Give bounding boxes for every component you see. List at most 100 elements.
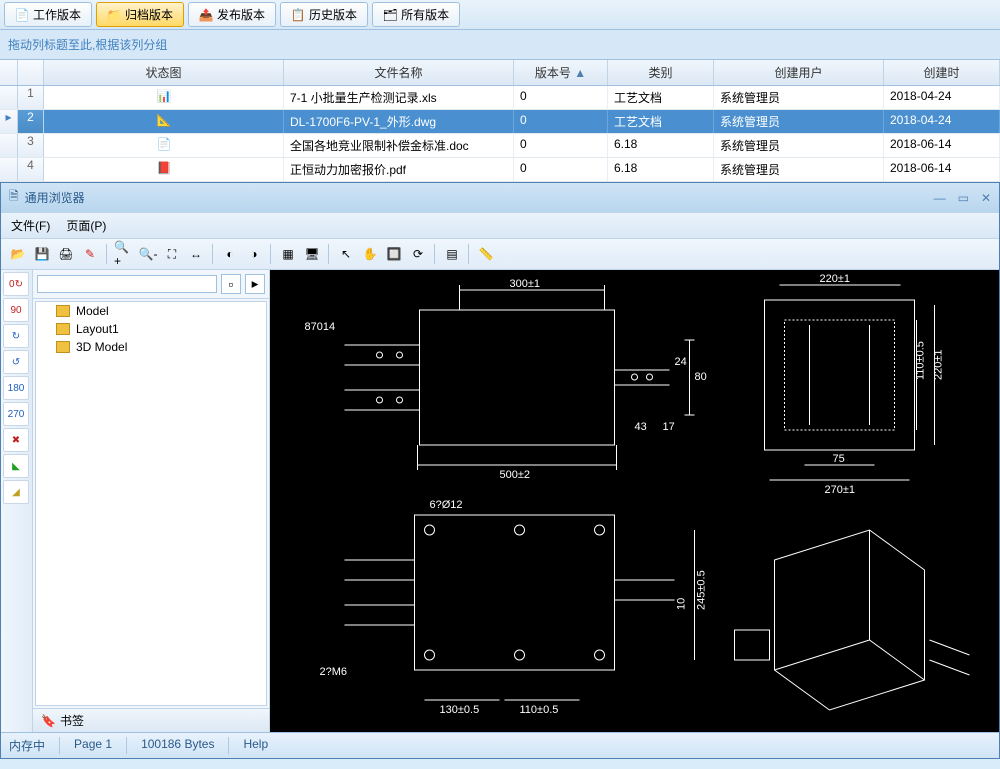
search-clear-button[interactable]: ▫: [221, 274, 241, 294]
col-status[interactable]: 状态图: [44, 60, 284, 85]
rotate-270-icon[interactable]: 270: [3, 402, 29, 426]
file-grid: 状态图 文件名称 版本号 ▲ 类别 创建用户 创建时 1 📊 7-1 小批量生产检测…: [0, 60, 1000, 182]
all-icon: 🗂: [383, 8, 397, 22]
row-number: 2: [18, 110, 44, 133]
rotate-ccw-icon[interactable]: ↺: [3, 350, 29, 374]
layers-icon[interactable]: ▦: [277, 243, 299, 265]
close-button[interactable]: ✕: [981, 191, 991, 205]
viewer-toolbar: 📂 💾 🖨 ✎ 🔍+ 🔍- ⛶ ↔ ◐ ◑ ▦ 🖥 ↖ ✋ 🔲 ⟳ ▤ 📏: [1, 239, 999, 270]
zoom-fit-icon[interactable]: ⛶: [161, 243, 183, 265]
menu-page[interactable]: 页面(P): [66, 217, 106, 234]
status-cell: 📕: [44, 158, 284, 181]
tree-item-layout1[interactable]: Layout1: [36, 320, 266, 338]
tab-label: 工作版本: [33, 6, 81, 23]
user-cell: 系统管理员: [714, 158, 884, 181]
rotate-cw-icon[interactable]: ↻: [3, 324, 29, 348]
tab-label: 所有版本: [401, 6, 449, 23]
menu-file[interactable]: 文件(F): [11, 217, 50, 234]
file-type-icon: 📊: [157, 89, 171, 103]
svg-text:220±1: 220±1: [933, 349, 945, 380]
monitor-icon[interactable]: 🖥: [301, 243, 323, 265]
cad-viewport[interactable]: 300±1 87014 80 24 43 17 500±2 220±1 220±…: [270, 270, 999, 732]
tab-work[interactable]: 📄工作版本: [4, 2, 92, 27]
version-cell: 0: [514, 158, 608, 181]
contrast-icon[interactable]: ◐: [219, 243, 241, 265]
minimize-button[interactable]: —: [934, 191, 946, 205]
tab-archive[interactable]: 📁归档版本: [96, 2, 184, 27]
tree-item-3dmodel[interactable]: 3D Model: [36, 338, 266, 356]
col-category[interactable]: 类别: [608, 60, 714, 85]
flip-h-icon[interactable]: ◣: [3, 454, 29, 478]
name-cell: 全国各地竞业限制补偿金标准.doc: [284, 134, 514, 157]
tab-label: 历史版本: [309, 6, 357, 23]
svg-text:43: 43: [635, 421, 647, 433]
layout-icon: [56, 323, 70, 335]
sort-indicator-icon: ▲: [574, 66, 586, 80]
rotate-180-icon[interactable]: 180: [3, 376, 29, 400]
flip-v-icon[interactable]: ◢: [3, 480, 29, 504]
search-go-button[interactable]: ▸: [245, 274, 265, 294]
zoom-window-icon[interactable]: 🔲: [383, 243, 405, 265]
grid-icon[interactable]: ▤: [441, 243, 463, 265]
svg-text:245±0.5: 245±0.5: [696, 570, 708, 610]
model-icon: [56, 305, 70, 317]
tab-label: 发布版本: [217, 6, 265, 23]
left-toolbar: 0↻ 90 ↻ ↺ 180 270 ✖ ◣ ◢: [1, 270, 33, 732]
tab-all[interactable]: 🗂 所有版本: [372, 2, 460, 27]
bookmark-tab[interactable]: 🔖书签: [33, 708, 269, 732]
table-row[interactable]: 1📊7-1 小批量生产检测记录.xls0工艺文档系统管理员2018-04-24: [0, 86, 1000, 110]
version-cell: 0: [514, 110, 608, 133]
col-time[interactable]: 创建时: [884, 60, 1000, 85]
category-cell: 工艺文档: [608, 86, 714, 109]
tree-label: Model: [76, 304, 109, 318]
row-indicator: [0, 134, 18, 157]
rotate-90-icon[interactable]: 90: [3, 298, 29, 322]
col-name[interactable]: 文件名称: [284, 60, 514, 85]
redline-icon[interactable]: ✎: [79, 243, 101, 265]
status-bytes: 100186 Bytes: [141, 737, 229, 754]
user-cell: 系统管理员: [714, 110, 884, 133]
version-cell: 0: [514, 86, 608, 109]
table-row[interactable]: ▸2📐DL-1700F6-PV-1_外形.dwg0工艺文档系统管理员2018-0…: [0, 110, 1000, 134]
name-cell: 7-1 小批量生产检测记录.xls: [284, 86, 514, 109]
table-row[interactable]: 4📕正恒动力加密报价.pdf06.18系统管理员2018-06-14: [0, 158, 1000, 182]
print-icon[interactable]: 🖨: [55, 243, 77, 265]
time-cell: 2018-04-24: [884, 86, 1000, 109]
rotate-0-icon[interactable]: 0↻: [3, 272, 29, 296]
zoom-in-icon[interactable]: 🔍+: [113, 243, 135, 265]
name-cell: 正恒动力加密报价.pdf: [284, 158, 514, 181]
search-input[interactable]: [37, 275, 217, 293]
table-row[interactable]: 3📄全国各地竞业限制补偿金标准.doc06.18系统管理员2018-06-14: [0, 134, 1000, 158]
maximize-button[interactable]: ▭: [958, 191, 969, 205]
svg-text:110±0.5: 110±0.5: [520, 704, 559, 716]
file-type-icon: 📄: [157, 137, 171, 151]
cancel-icon[interactable]: ✖: [3, 428, 29, 452]
tab-history[interactable]: 📋历史版本: [280, 2, 368, 27]
open-icon[interactable]: 📂: [7, 243, 29, 265]
row-indicator: [0, 158, 18, 181]
measure-icon[interactable]: 📏: [475, 243, 497, 265]
viewer-titlebar: 🗎 通用浏览器 — ▭ ✕: [1, 183, 999, 212]
bookmark-icon: 🔖: [41, 714, 56, 728]
app-icon: 🗎: [9, 187, 19, 208]
col-user[interactable]: 创建用户: [714, 60, 884, 85]
col-version[interactable]: 版本号 ▲: [514, 60, 608, 85]
row-number: 1: [18, 86, 44, 109]
zoom-out-icon[interactable]: 🔍-: [137, 243, 159, 265]
tab-publish[interactable]: 📤发布版本: [188, 2, 276, 27]
version-tabs: 📄工作版本 📁归档版本 📤发布版本 📋历史版本 🗂 所有版本: [0, 0, 1000, 30]
zoom-width-icon[interactable]: ↔: [185, 243, 207, 265]
status-help[interactable]: Help: [243, 737, 282, 754]
group-hint: 拖动列标题至此,根据该列分组: [0, 30, 1000, 60]
row-indicator: [0, 86, 18, 109]
refresh-icon[interactable]: ⟳: [407, 243, 429, 265]
save-icon[interactable]: 💾: [31, 243, 53, 265]
svg-text:24: 24: [675, 356, 687, 368]
svg-text:500±2: 500±2: [500, 469, 531, 481]
pan-icon[interactable]: ✋: [359, 243, 381, 265]
invert-icon[interactable]: ◑: [243, 243, 265, 265]
tree-item-model[interactable]: Model: [36, 302, 266, 320]
file-type-icon: 📕: [157, 161, 171, 175]
category-cell: 6.18: [608, 158, 714, 181]
pointer-icon[interactable]: ↖: [335, 243, 357, 265]
